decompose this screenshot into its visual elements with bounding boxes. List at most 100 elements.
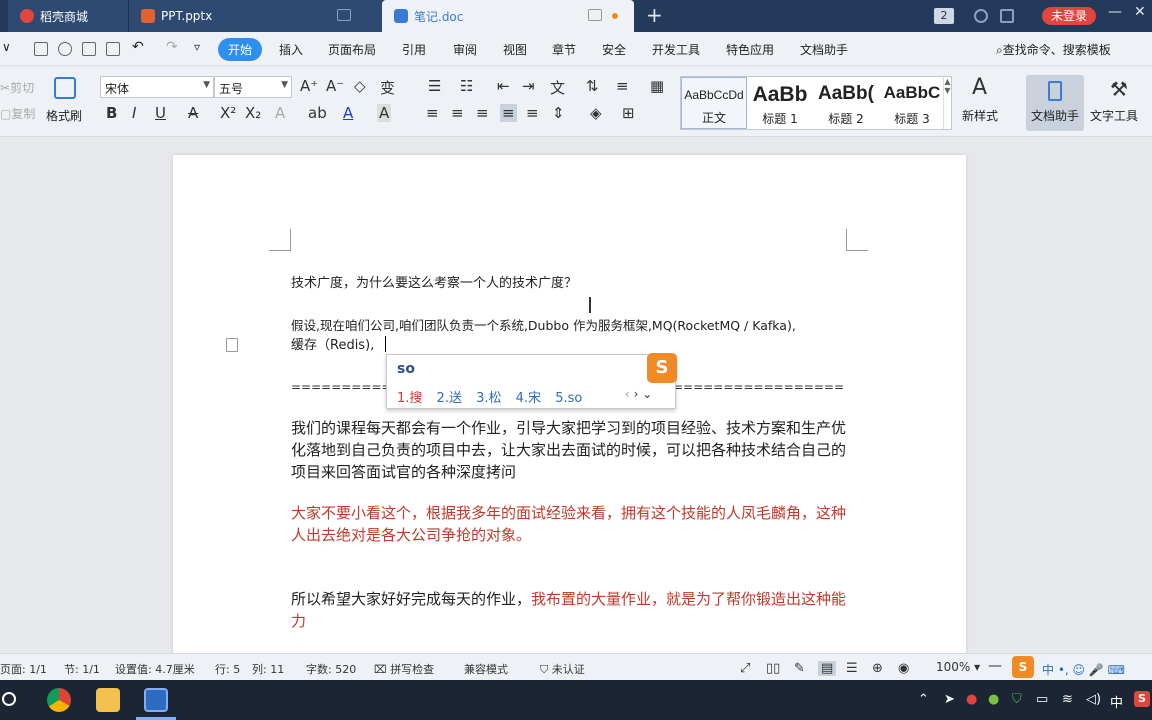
subscript-button[interactable]: X₂ <box>245 104 261 122</box>
paragraph-menu-icon[interactable] <box>226 338 238 352</box>
menu-special-apps[interactable]: 特色应用 <box>726 41 774 58</box>
style-normal[interactable]: AaBbCcDd 正文 <box>681 77 747 129</box>
tab-ppt[interactable]: PPT.pptx <box>128 0 382 32</box>
cut-button[interactable]: ✂剪切 <box>0 79 34 96</box>
strikethrough-button[interactable]: A <box>188 104 198 122</box>
cortana-icon[interactable] <box>2 692 16 706</box>
command-search[interactable]: ⌕查找命令、搜索模板 <box>996 41 1111 58</box>
ime-candidate[interactable]: 4.宋 <box>516 391 541 406</box>
tab-window-icon[interactable] <box>588 9 602 21</box>
fullscreen-icon[interactable]: ⤢ <box>740 661 750 676</box>
file-explorer-icon[interactable] <box>96 688 120 712</box>
menu-start[interactable]: 开始 <box>218 38 263 61</box>
tray-shield-icon[interactable]: ⛉ <box>1012 692 1022 707</box>
save-icon[interactable] <box>34 42 48 56</box>
text-effect-button[interactable]: A <box>275 104 285 122</box>
numbered-list-icon[interactable]: ☷ <box>460 77 473 95</box>
doc-paragraph-4[interactable]: 大家不要小看这个，根据我多年的面试经验来看，拥有这个技能的人凤毛麟角，这种人出去… <box>291 502 849 546</box>
skin-icon[interactable] <box>974 9 988 23</box>
align-left-icon[interactable]: ≡ <box>426 104 439 122</box>
style-scroll-icon[interactable]: ▲ ▼ <box>943 77 951 129</box>
customize-chevron-icon[interactable]: ▿ <box>194 40 200 54</box>
shading-icon[interactable]: ◈ <box>590 104 602 122</box>
ime-page-nav[interactable]: ‹ › ⌄ <box>625 387 652 401</box>
text-tools-label[interactable]: 文字工具 <box>1090 107 1138 124</box>
menu-developer-tools[interactable]: 开发工具 <box>652 41 700 58</box>
chrome-icon[interactable] <box>47 688 71 712</box>
chinese-layout-icon[interactable]: 文 <box>550 77 565 98</box>
underline-button[interactable]: U <box>155 104 166 122</box>
edit-mode-icon[interactable]: ✎ <box>794 661 805 676</box>
shirt-icon[interactable] <box>1000 9 1014 23</box>
tab-window-icon[interactable] <box>337 9 351 21</box>
show-marks-icon[interactable]: ▦ <box>650 77 664 95</box>
web-view-icon[interactable]: ⊕ <box>872 661 883 676</box>
menu-view[interactable]: 视图 <box>503 41 527 58</box>
wps-writer-icon[interactable] <box>144 688 168 712</box>
cloud-icon[interactable] <box>58 42 72 56</box>
window-count-badge[interactable]: 2 <box>934 8 954 24</box>
bold-button[interactable]: B <box>106 104 117 122</box>
tray-360-icon[interactable]: ● <box>988 692 999 707</box>
quick-access-chevron-icon[interactable]: ∨ <box>2 40 11 54</box>
line-spacing-icon[interactable]: ≡ <box>616 77 629 95</box>
phonetic-icon[interactable]: 变 <box>380 77 395 98</box>
format-painter-icon[interactable] <box>54 77 76 99</box>
increase-indent-icon[interactable]: ⇥ <box>522 77 535 95</box>
menu-doc-assistant[interactable]: 文档助手 <box>800 41 848 58</box>
justify-icon[interactable]: ≡ <box>500 104 517 122</box>
zoom-level-select[interactable]: 100% ▾ <box>936 660 980 674</box>
style-heading-3[interactable]: AaBbC 标题 3 <box>879 77 945 129</box>
sogou-tray-icon[interactable]: S <box>1012 656 1034 678</box>
minimize-button[interactable]: — <box>1108 4 1122 20</box>
highlight-icon[interactable]: ab <box>308 104 327 122</box>
tray-wifi-icon[interactable]: ≋ <box>1062 692 1073 707</box>
sort-icon[interactable]: ⇅ <box>586 77 599 95</box>
login-button[interactable]: 未登录 <box>1042 7 1096 25</box>
new-style-icon[interactable]: A <box>972 75 987 100</box>
reading-view-icon[interactable]: ▯▯ <box>766 661 780 676</box>
prev-page-icon[interactable]: ‹ <box>625 387 630 401</box>
menu-page-layout[interactable]: 页面布局 <box>328 41 376 58</box>
doc-paragraph-3[interactable]: 我们的课程每天都会有一个作业，引导大家把学习到的项目经验、技术方案和生产优化落地… <box>291 417 849 483</box>
tray-record-icon[interactable]: ● <box>966 692 977 707</box>
ime-candidate[interactable]: 2.送 <box>437 391 462 406</box>
ime-candidate[interactable]: 1.搜 <box>397 391 422 406</box>
ime-candidate[interactable]: 3.松 <box>476 391 501 406</box>
ime-candidate[interactable]: 5.so <box>555 391 582 406</box>
paragraph-spacing-icon[interactable]: ⇕ <box>552 104 565 122</box>
format-painter-label[interactable]: 格式刷 <box>46 107 82 124</box>
print-icon[interactable] <box>82 42 96 56</box>
outline-view-icon[interactable]: ☰ <box>846 661 858 676</box>
doc-paragraph-1[interactable]: 技术广度，为什么要这么考察一个人的技术广度？ <box>291 273 851 294</box>
menu-insert[interactable]: 插入 <box>279 41 303 58</box>
certification-button[interactable]: ⛉ 未认证 <box>540 661 585 677</box>
bullet-list-icon[interactable]: ☰ <box>428 77 441 95</box>
next-page-icon[interactable]: › <box>634 387 639 401</box>
copy-button[interactable]: ▢复制 <box>0 105 35 122</box>
borders-icon[interactable]: ⊞ <box>622 104 635 122</box>
italic-button[interactable]: I <box>132 104 136 122</box>
spell-check-button[interactable]: ⌧ 拼写检查 <box>374 661 434 677</box>
char-shading-button[interactable]: A <box>377 104 392 122</box>
align-right-icon[interactable]: ≡ <box>476 104 489 122</box>
distribute-icon[interactable]: ≡ <box>526 104 539 122</box>
tab-note-doc[interactable]: 笔记.doc <box>382 0 634 32</box>
tray-volume-icon[interactable]: ◁) <box>1086 692 1101 707</box>
doc-paragraph-2b[interactable]: 缓存（Redis), <box>291 335 851 356</box>
close-window-button[interactable]: ✕ <box>1134 4 1146 20</box>
status-setting[interactable]: 设置值: 4.7厘米 <box>115 661 195 677</box>
ime-toolbar[interactable]: 中 •, ☺ 🎤 ⌨ <box>1042 661 1125 678</box>
doc-assistant-button[interactable]: 文档助手 <box>1026 75 1084 131</box>
undo-icon[interactable]: ↶ <box>132 39 144 55</box>
tray-sogou-icon[interactable]: S <box>1134 691 1150 707</box>
redo-icon[interactable]: ↷ <box>166 39 178 55</box>
menu-references[interactable]: 引用 <box>402 41 426 58</box>
page-view-icon[interactable]: ▤ <box>818 661 837 676</box>
tab-daoke-mall[interactable]: 稻壳商城 <box>8 0 128 32</box>
font-size-select[interactable]: 五号 ▼ <box>214 76 292 98</box>
wrench-icon[interactable]: ⚒ <box>1110 77 1128 101</box>
tray-send-icon[interactable]: ➤ <box>944 692 955 707</box>
menu-security[interactable]: 安全 <box>602 41 626 58</box>
style-heading-1[interactable]: AaBb 标题 1 <box>747 77 813 129</box>
